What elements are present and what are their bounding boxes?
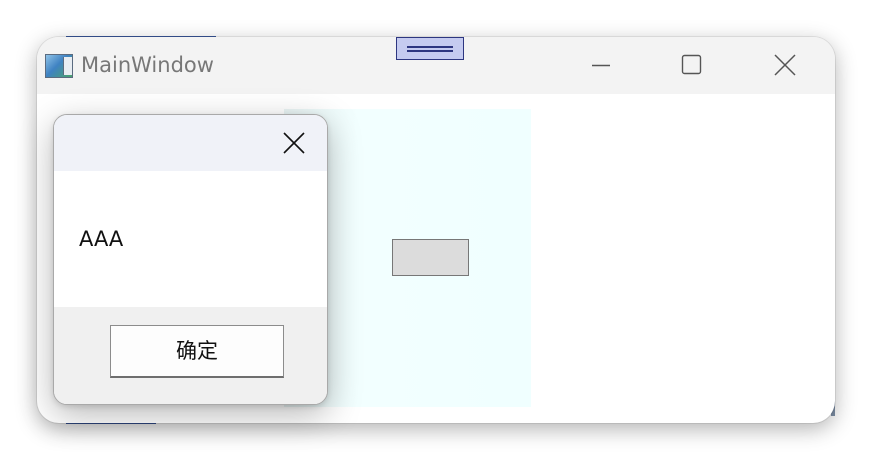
grip-line [407, 50, 453, 52]
window-title: MainWindow [81, 53, 214, 77]
maximize-icon [681, 54, 702, 75]
close-icon [283, 132, 305, 154]
app-window-icon [45, 54, 73, 78]
dialog-close-button[interactable] [276, 127, 312, 159]
maximize-button[interactable] [659, 37, 723, 94]
dialog-footer: 确定 [54, 307, 327, 404]
dialog-message: AAA [79, 227, 124, 251]
grip-line [407, 46, 453, 48]
ok-button[interactable]: 确定 [110, 325, 284, 378]
minimize-button[interactable] [569, 37, 633, 94]
drag-grip-handle[interactable] [396, 37, 464, 60]
close-button[interactable] [753, 37, 817, 94]
desktop: MainWindow AAA 确定 [0, 0, 874, 460]
minimize-icon [592, 64, 610, 67]
title-bar[interactable]: MainWindow [37, 37, 835, 94]
gray-box[interactable] [392, 239, 469, 276]
dialog-header[interactable] [54, 115, 327, 171]
close-icon [774, 54, 796, 76]
message-dialog: AAA 确定 [53, 114, 328, 405]
